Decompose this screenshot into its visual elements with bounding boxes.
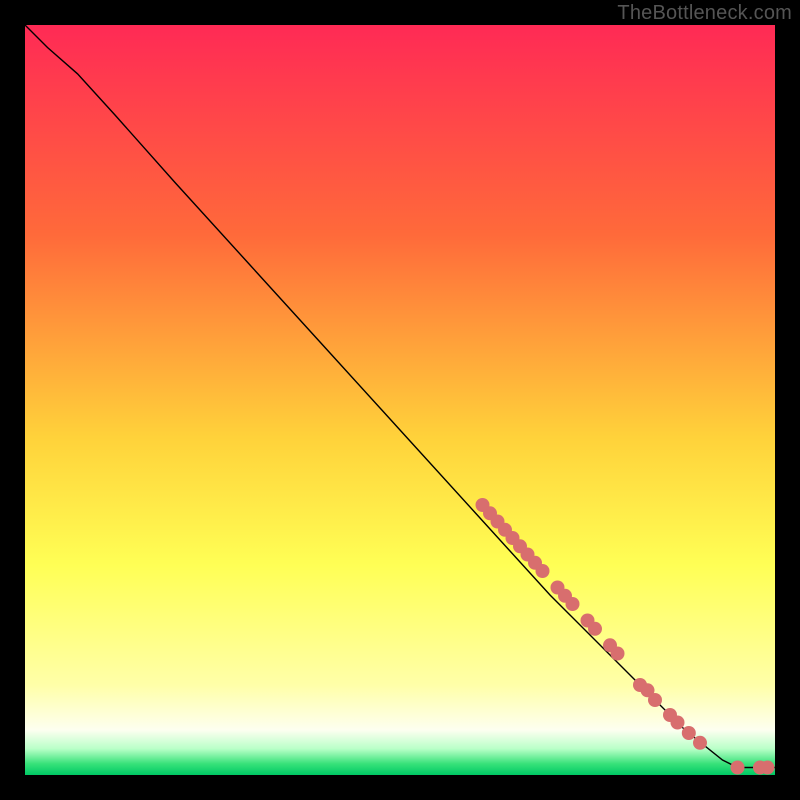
data-marker — [566, 597, 580, 611]
chart-svg — [25, 25, 775, 775]
data-marker — [731, 761, 745, 775]
data-marker — [648, 693, 662, 707]
data-marker — [611, 647, 625, 661]
data-marker — [588, 622, 602, 636]
data-marker — [761, 761, 775, 775]
plot-area — [25, 25, 775, 775]
data-marker — [671, 716, 685, 730]
data-marker — [693, 736, 707, 750]
gradient-background — [25, 25, 775, 775]
chart-frame: TheBottleneck.com — [0, 0, 800, 800]
data-marker — [682, 726, 696, 740]
data-marker — [536, 564, 550, 578]
watermark-text: TheBottleneck.com — [617, 2, 792, 25]
